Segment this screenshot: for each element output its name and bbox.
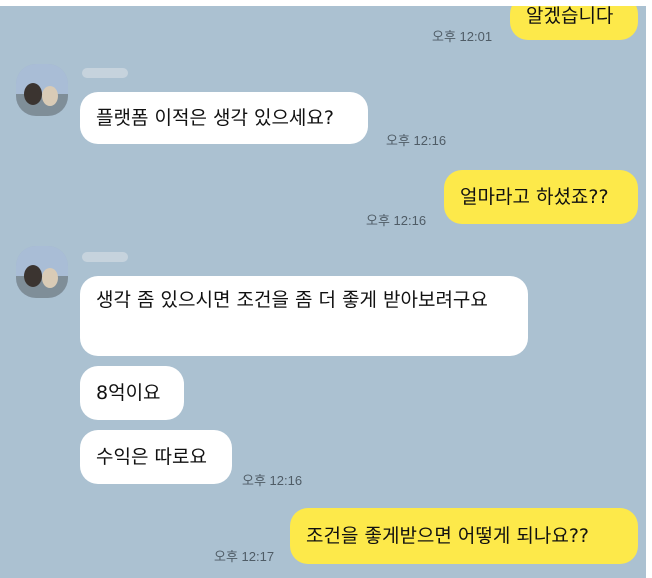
chat-area[interactable]: 오후 12:01 알겠습니다 플랫폼 이적은 생각 있으세요? 오후 12:16… xyxy=(0,6,646,578)
outgoing-message[interactable]: 조건을 좋게받으면 어떻게 되나요?? xyxy=(290,508,638,564)
message-time: 오후 12:17 xyxy=(214,549,275,564)
avatar-photo-icon xyxy=(16,64,68,116)
message-time: 오후 12:16 xyxy=(242,473,303,488)
sender-avatar[interactable] xyxy=(16,64,68,116)
incoming-message[interactable]: 8억이요 xyxy=(80,366,184,420)
sender-avatar[interactable] xyxy=(16,246,68,298)
avatar-photo-icon xyxy=(16,246,68,298)
incoming-message[interactable]: 수익은 따로요 xyxy=(80,430,232,484)
message-time: 오후 12:16 xyxy=(386,133,447,148)
outgoing-message[interactable]: 알겠습니다 xyxy=(510,6,638,40)
sender-name-blurred xyxy=(82,252,128,262)
sender-name-blurred xyxy=(82,68,128,78)
incoming-message[interactable]: 생각 좀 있으시면 조건을 좀 더 좋게 받아보려구요 xyxy=(80,276,528,356)
message-time: 오후 12:01 xyxy=(432,29,493,44)
message-time: 오후 12:16 xyxy=(366,213,427,228)
incoming-message[interactable]: 플랫폼 이적은 생각 있으세요? xyxy=(80,92,368,144)
outgoing-message[interactable]: 얼마라고 하셨죠?? xyxy=(444,170,638,224)
